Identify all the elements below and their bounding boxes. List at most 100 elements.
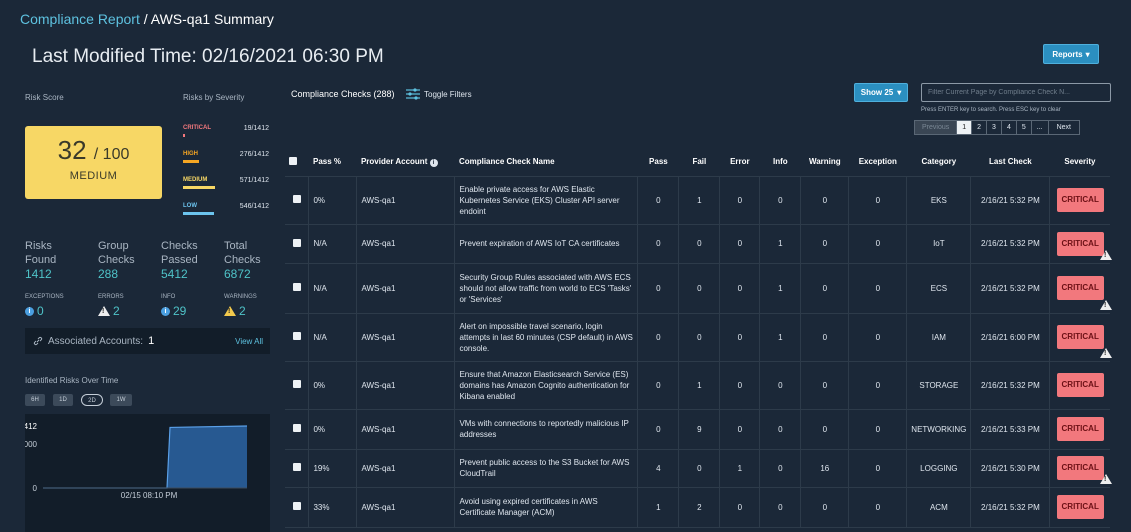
- risks-found-value: 1412: [25, 267, 52, 281]
- table-row[interactable]: N/A AWS-qa1 Alert on impossible travel sce…: [285, 313, 1112, 362]
- cell-account: AWS-qa1: [356, 449, 455, 488]
- warning-icon: [98, 306, 110, 316]
- col-provider-account[interactable]: Provider Account i: [356, 148, 455, 177]
- check-name-text: Prevent public access to the S3 Bucket f…: [459, 458, 630, 478]
- pagination-page-1[interactable]: 1: [956, 120, 973, 135]
- table-row[interactable]: N/A AWS-qa1 Security Group Rules associate…: [285, 263, 1112, 314]
- severity-badge[interactable]: CRITICAL: [1056, 276, 1104, 300]
- checks-passed-label-2: Passed: [161, 254, 198, 266]
- cell-pass: 0: [637, 224, 679, 264]
- cell-warning: 0: [800, 224, 849, 264]
- toggle-filters-button[interactable]: Toggle Filters: [406, 88, 472, 100]
- cell-pass-pct: 0%: [308, 176, 357, 225]
- table-row[interactable]: N/A AWS-qa1 Prevent expiration of AWS IoT …: [285, 224, 1112, 264]
- severity-count: 571/1412: [239, 177, 269, 184]
- total-checks-value: 6872: [224, 267, 251, 281]
- pagination-page-2[interactable]: 2: [971, 120, 988, 135]
- pagination-page-5[interactable]: 5: [1015, 120, 1032, 135]
- check-name-text: Security Group Rules associated with AWS…: [459, 272, 632, 304]
- cell-error: 0: [719, 487, 760, 528]
- filter-input[interactable]: [921, 83, 1111, 102]
- cell-error: 1: [719, 449, 760, 488]
- severity-badge[interactable]: CRITICAL: [1056, 456, 1104, 480]
- page-size-select[interactable]: Show 25 ▾: [854, 83, 908, 102]
- row-checkbox[interactable]: [292, 195, 301, 203]
- col-fail[interactable]: Fail: [678, 148, 720, 177]
- col-info[interactable]: Info: [759, 148, 801, 177]
- severity-badge[interactable]: CRITICAL: [1056, 373, 1104, 397]
- warning-icon: [224, 306, 236, 316]
- cell-pass: 0: [637, 409, 679, 450]
- cell-error: 0: [719, 224, 760, 264]
- cell-severity: CRITICAL: [1049, 409, 1110, 450]
- range-2d-button[interactable]: 2D: [81, 394, 103, 406]
- col-pass-pct[interactable]: Pass %: [308, 148, 357, 177]
- severity-badge[interactable]: CRITICAL: [1056, 231, 1104, 256]
- pagination-page-4[interactable]: 4: [1000, 120, 1017, 135]
- table-row[interactable]: 33% AWS-qa1 Avoid using expired certificat…: [285, 487, 1110, 528]
- cell-info: 0: [759, 449, 801, 488]
- severity-bar: [183, 134, 185, 137]
- table-row[interactable]: 19% AWS-qa1 Prevent public access to the S…: [285, 449, 1112, 488]
- pagination-next[interactable]: Next: [1047, 120, 1081, 135]
- row-checkbox[interactable]: [292, 238, 301, 247]
- cell-check-name: VMs with connections to reportedly malic…: [454, 409, 638, 450]
- table-row[interactable]: 0% AWS-qa1 VMs with connections to reporte…: [285, 409, 1110, 450]
- severity-row-critical: CRITICAL 19/1412: [183, 125, 269, 141]
- reports-button[interactable]: Reports ▾: [1043, 44, 1099, 64]
- col-warning[interactable]: Warning: [800, 148, 849, 177]
- row-checkbox[interactable]: [292, 502, 301, 510]
- check-name-text: Enable private access for AWS Elastic Ku…: [459, 184, 620, 216]
- pagination-page-3[interactable]: 3: [986, 120, 1002, 135]
- range-1w-button[interactable]: 1W: [110, 394, 132, 406]
- errors-stat: 2: [98, 304, 120, 318]
- col-check-name[interactable]: Compliance Check Name: [454, 148, 638, 177]
- row-checkbox[interactable]: [292, 463, 301, 471]
- pagination-previous[interactable]: Previous: [914, 120, 958, 135]
- cell-pass: 0: [637, 176, 679, 225]
- severity-row-medium: MEDIUM 571/1412: [183, 177, 269, 193]
- cell-category: IAM: [906, 313, 971, 362]
- cell-pass-pct: N/A: [308, 263, 357, 314]
- risk-score-card: 32 / 100 MEDIUM: [25, 126, 162, 199]
- col-error[interactable]: Error: [719, 148, 760, 177]
- severity-badge[interactable]: CRITICAL: [1056, 417, 1104, 441]
- compliance-checks-table: Pass % Provider Account i Compliance Che…: [285, 148, 1112, 528]
- cell-check-name: Avoid using expired certificates in AWS …: [454, 487, 638, 528]
- cell-last-check: 2/16/21 5:32 PM: [970, 263, 1050, 314]
- table-row[interactable]: 0% AWS-qa1 Enable private access for AWS E…: [285, 176, 1110, 225]
- row-checkbox[interactable]: [292, 283, 301, 291]
- col-last-check[interactable]: Last Check: [970, 148, 1050, 177]
- range-6h-button[interactable]: 6H: [25, 394, 45, 406]
- caret-down-icon: ▾: [897, 88, 902, 97]
- cell-check-name: Prevent public access to the S3 Bucket f…: [454, 449, 638, 488]
- cell-exception: 0: [848, 313, 907, 362]
- row-select-cell: [285, 313, 309, 362]
- severity-bar: [183, 186, 216, 189]
- cell-fail: 2: [678, 487, 720, 528]
- select-all-checkbox[interactable]: [289, 156, 297, 165]
- col-severity[interactable]: Severity: [1049, 148, 1110, 177]
- col-category[interactable]: Category: [906, 148, 971, 177]
- range-1d-button[interactable]: 1D: [53, 394, 73, 406]
- severity-badge[interactable]: CRITICAL: [1056, 325, 1104, 349]
- group-checks-label: Group: [98, 240, 129, 252]
- info-label: INFO: [161, 294, 176, 300]
- cell-account: AWS-qa1: [356, 176, 455, 225]
- cell-info: 0: [759, 176, 801, 225]
- row-checkbox[interactable]: [292, 424, 301, 432]
- breadcrumb-compliance-report[interactable]: Compliance Report: [20, 11, 140, 27]
- row-checkbox[interactable]: [292, 380, 301, 388]
- severity-badge[interactable]: CRITICAL: [1056, 188, 1104, 212]
- table-row[interactable]: 0% AWS-qa1 Ensure that Amazon Elasticsearc…: [285, 361, 1110, 410]
- row-checkbox[interactable]: [292, 332, 301, 340]
- checks-passed-value: 5412: [161, 267, 188, 281]
- errors-label: ERRORS: [98, 294, 124, 300]
- col-exception[interactable]: Exception: [848, 148, 907, 177]
- view-all-link[interactable]: View All: [235, 337, 263, 346]
- col-pass[interactable]: Pass: [637, 148, 679, 177]
- cell-severity: CRITICAL: [1049, 263, 1112, 314]
- severity-badge[interactable]: CRITICAL: [1056, 495, 1104, 519]
- check-name-text: Ensure that Amazon Elasticsearch Service…: [459, 369, 630, 401]
- group-checks-stat: Group Checks 288: [98, 239, 135, 281]
